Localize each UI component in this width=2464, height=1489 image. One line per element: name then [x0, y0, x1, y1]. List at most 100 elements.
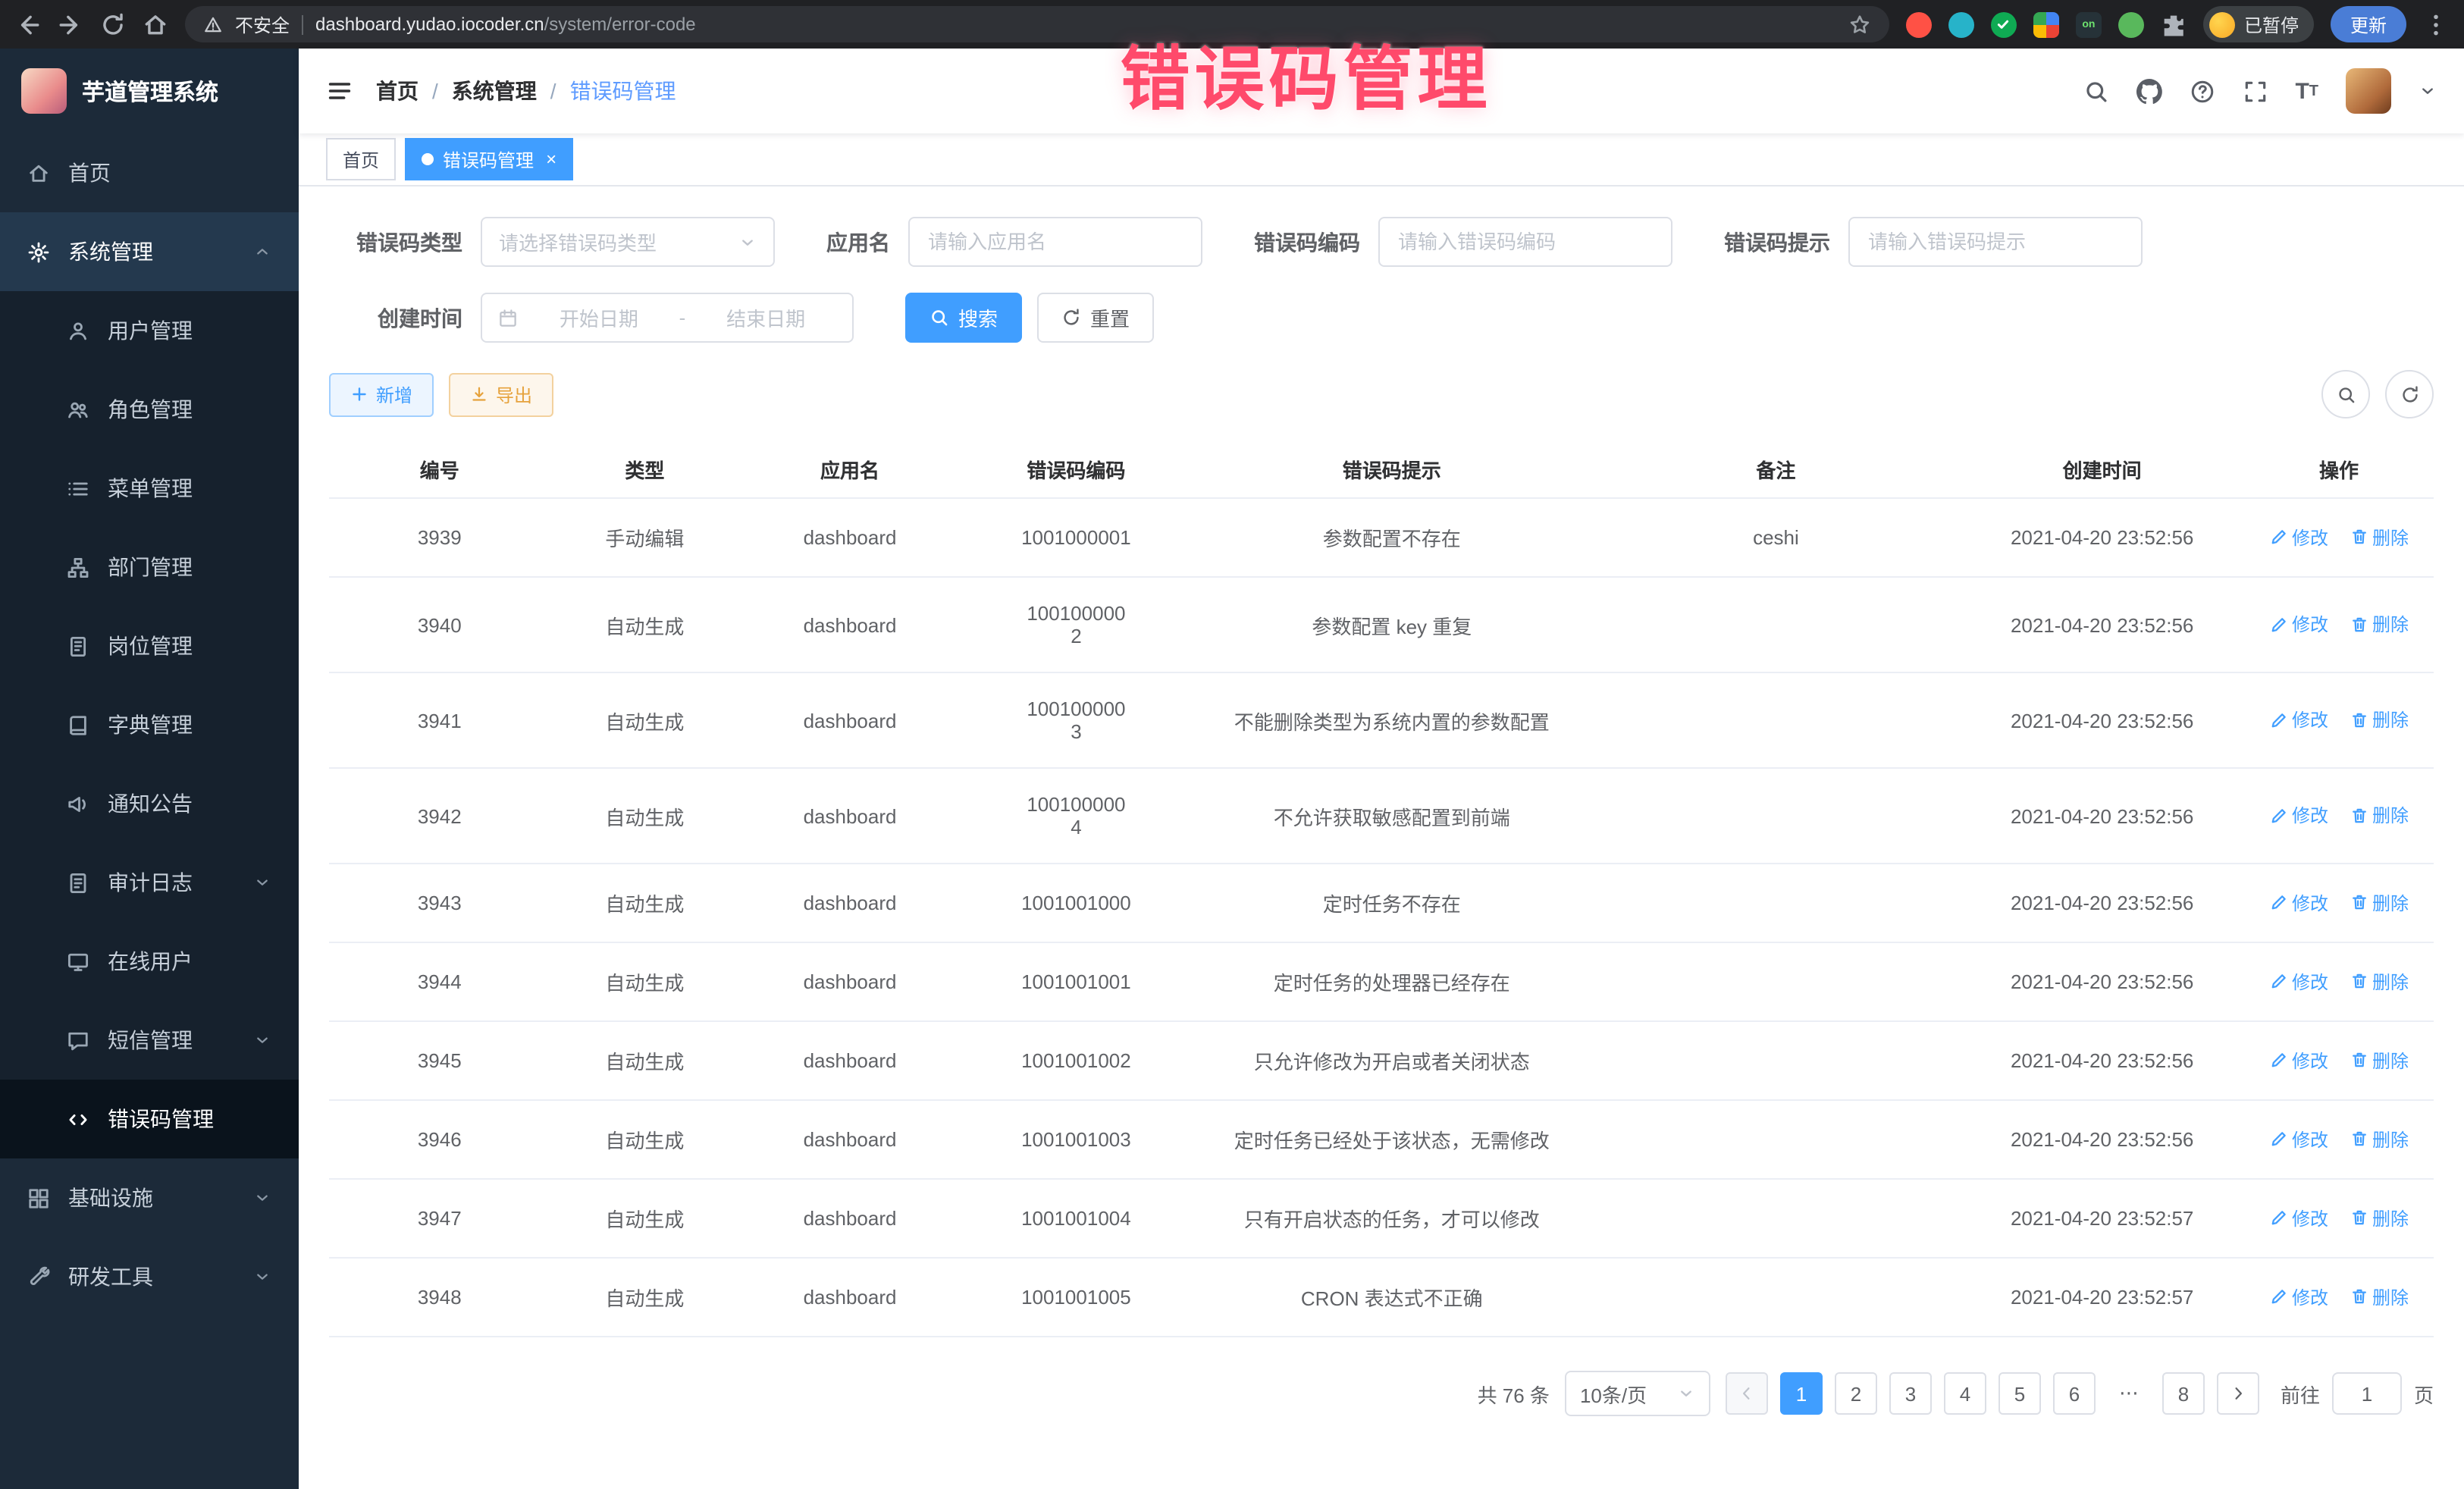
- delete-link[interactable]: 删除: [2350, 612, 2409, 638]
- teal-extension-icon[interactable]: [1948, 11, 1974, 37]
- edit-link[interactable]: 修改: [2269, 969, 2328, 995]
- tab-home[interactable]: 首页: [326, 138, 396, 180]
- home-icon[interactable]: [143, 11, 168, 37]
- update-button[interactable]: 更新: [2331, 6, 2406, 42]
- delete-link[interactable]: 删除: [2350, 707, 2409, 733]
- edit-link[interactable]: 修改: [2269, 1048, 2328, 1074]
- bookmark-star-icon[interactable]: [1848, 13, 1871, 36]
- delete-icon: [2350, 973, 2368, 991]
- fullscreen-icon[interactable]: [2242, 78, 2268, 104]
- refresh-table-button[interactable]: [2385, 370, 2434, 418]
- export-button[interactable]: 导出: [449, 372, 553, 416]
- sidebar-item-system[interactable]: 系统管理: [0, 212, 299, 291]
- megaphone-icon: [67, 792, 89, 815]
- row-id: 3946: [329, 1100, 550, 1179]
- sidebar-item-devtool[interactable]: 研发工具: [0, 1237, 299, 1316]
- red-circle-extension-icon[interactable]: [1906, 11, 1932, 37]
- reset-button[interactable]: 重置: [1037, 293, 1154, 343]
- page-button-8[interactable]: 8: [2162, 1372, 2205, 1415]
- error-code-input[interactable]: [1378, 217, 1672, 267]
- sidebar-item-dept[interactable]: 部门管理: [0, 528, 299, 607]
- edit-link[interactable]: 修改: [2269, 612, 2328, 638]
- pagination-ellipsis[interactable]: ⋯: [2108, 1372, 2150, 1415]
- toggle-search-button[interactable]: [2321, 370, 2370, 418]
- sidebar-item-home[interactable]: 首页: [0, 133, 299, 212]
- book-icon: [67, 713, 89, 736]
- row-id: 3942: [329, 768, 550, 864]
- avatar[interactable]: [2346, 68, 2391, 114]
- delete-link[interactable]: 删除: [2350, 1284, 2409, 1310]
- delete-link[interactable]: 删除: [2350, 1048, 2409, 1074]
- tab-error-code[interactable]: 错误码管理×: [405, 138, 573, 180]
- sidebar-item-post[interactable]: 岗位管理: [0, 607, 299, 685]
- breadcrumb-item[interactable]: 系统管理: [452, 76, 537, 106]
- delete-link[interactable]: 删除: [2350, 803, 2409, 829]
- next-page-button[interactable]: [2217, 1372, 2259, 1415]
- forward-icon[interactable]: [58, 11, 83, 37]
- row-type: 自动生成: [550, 1179, 739, 1258]
- page-button-4[interactable]: 4: [1944, 1372, 1986, 1415]
- edit-link[interactable]: 修改: [2269, 1127, 2328, 1152]
- sidebar-item-notice[interactable]: 通知公告: [0, 764, 299, 843]
- error-type-label: 错误码类型: [329, 227, 462, 257]
- delete-icon: [2350, 528, 2368, 547]
- page-size-select[interactable]: 10条/页: [1565, 1371, 1710, 1416]
- page-button-2[interactable]: 2: [1835, 1372, 1877, 1415]
- green-check-extension-icon[interactable]: [1991, 11, 2017, 37]
- goto-page-input[interactable]: [2332, 1372, 2402, 1415]
- sidebar-item-infra[interactable]: 基础设施: [0, 1158, 299, 1237]
- breadcrumb-item: 错误码管理: [570, 76, 676, 106]
- menu-dots-icon[interactable]: [2423, 11, 2449, 37]
- sidebar-item-menu[interactable]: 菜单管理: [0, 449, 299, 528]
- sidebar-item-online-user[interactable]: 在线用户: [0, 922, 299, 1001]
- page-button-5[interactable]: 5: [1998, 1372, 2041, 1415]
- puzzle-extension-icon[interactable]: [2161, 11, 2187, 37]
- prev-page-button[interactable]: [1726, 1372, 1768, 1415]
- delete-link[interactable]: 删除: [2350, 890, 2409, 916]
- delete-link[interactable]: 删除: [2350, 969, 2409, 995]
- delete-link[interactable]: 删除: [2350, 1205, 2409, 1231]
- sidebar-item-error-code[interactable]: 错误码管理: [0, 1080, 299, 1158]
- switch-on-extension-icon[interactable]: on: [2076, 11, 2102, 37]
- delete-link[interactable]: 删除: [2350, 525, 2409, 550]
- chevron-down-icon[interactable]: [2419, 82, 2437, 100]
- row-hint: 只有开启状态的任务，才可以修改: [1192, 1179, 1591, 1258]
- font-size-icon[interactable]: TT: [2295, 78, 2318, 104]
- page-button-1[interactable]: 1: [1780, 1372, 1823, 1415]
- color-grid-extension-icon[interactable]: [2033, 11, 2059, 37]
- error-hint-input[interactable]: [1848, 217, 2143, 267]
- app-header: 首页/系统管理/错误码管理 TT: [299, 49, 2464, 133]
- edit-link[interactable]: 修改: [2269, 1284, 2328, 1310]
- sidebar-item-dict[interactable]: 字典管理: [0, 685, 299, 764]
- reload-icon[interactable]: [100, 11, 126, 37]
- error-type-select[interactable]: 请选择错误码类型: [481, 217, 775, 267]
- back-icon[interactable]: [15, 11, 41, 37]
- breadcrumb-item[interactable]: 首页: [376, 76, 419, 106]
- add-button[interactable]: 新增: [329, 372, 434, 416]
- date-range-picker[interactable]: 开始日期 - 结束日期: [481, 293, 854, 343]
- app-name-input[interactable]: [908, 217, 1202, 267]
- delete-link[interactable]: 删除: [2350, 1127, 2409, 1152]
- edit-link[interactable]: 修改: [2269, 803, 2328, 829]
- edit-link[interactable]: 修改: [2269, 1205, 2328, 1231]
- sidebar-toggle-icon[interactable]: [326, 77, 353, 105]
- edit-link[interactable]: 修改: [2269, 525, 2328, 550]
- page-button-6[interactable]: 6: [2053, 1372, 2096, 1415]
- close-icon[interactable]: ×: [546, 150, 556, 168]
- search-icon[interactable]: [2083, 78, 2108, 104]
- sidebar-item-audit-log[interactable]: 审计日志: [0, 843, 299, 922]
- sidebar-item-user[interactable]: 用户管理: [0, 291, 299, 370]
- address-bar[interactable]: 不安全 dashboard.yudao.iocoder.cn/system/er…: [185, 6, 1889, 42]
- search-button[interactable]: 搜索: [905, 293, 1022, 343]
- create-time-label: 创建时间: [329, 303, 462, 333]
- profile-paused-badge[interactable]: 已暂停: [2203, 6, 2314, 42]
- github-icon[interactable]: [2136, 78, 2161, 104]
- help-icon[interactable]: [2189, 78, 2215, 104]
- edit-link[interactable]: 修改: [2269, 890, 2328, 916]
- table-row: 3942自动生成dashboard100100000 4不允许获取敏感配置到前端…: [329, 768, 2434, 864]
- sidebar-item-role[interactable]: 角色管理: [0, 370, 299, 449]
- green-extension-icon[interactable]: [2118, 11, 2144, 37]
- page-button-3[interactable]: 3: [1889, 1372, 1932, 1415]
- sidebar-item-sms[interactable]: 短信管理: [0, 1001, 299, 1080]
- edit-link[interactable]: 修改: [2269, 707, 2328, 733]
